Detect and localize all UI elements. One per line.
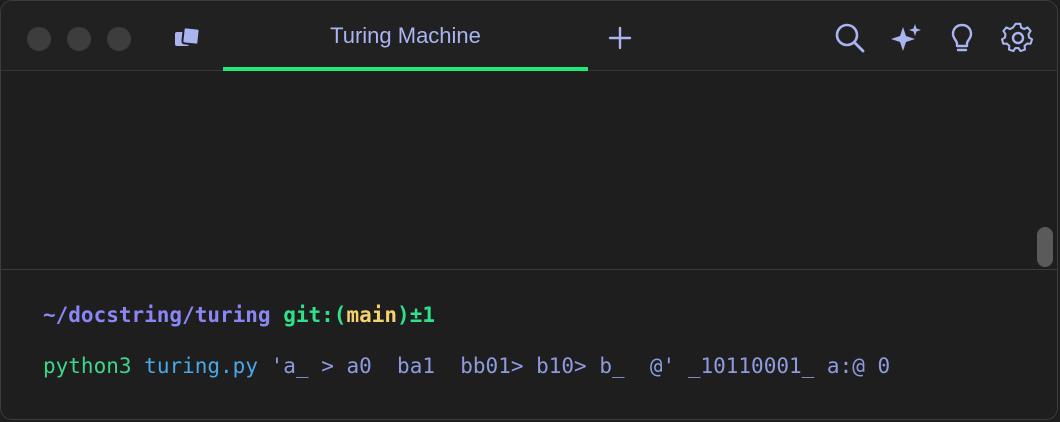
tabs-panel-icon[interactable] (173, 25, 203, 51)
git-branch: main (346, 303, 398, 327)
gear-icon[interactable] (1000, 21, 1035, 55)
block-divider (1, 269, 1057, 270)
command-file: turing.py (144, 354, 258, 378)
command-input[interactable]: python3 turing.py 'a_ > a0 ba1 bb01> b10… (43, 354, 890, 378)
tab-label: Turing Machine (330, 23, 481, 48)
git-dirty-count: ±1 (409, 303, 435, 327)
close-window-button[interactable] (27, 27, 51, 51)
prompt-path: ~/docstring/turing (43, 303, 271, 327)
tab-turing-machine[interactable]: Turing Machine (223, 1, 588, 71)
search-icon[interactable] (833, 21, 867, 55)
scrollbar-thumb[interactable] (1037, 227, 1053, 267)
git-prefix: git:( (283, 303, 347, 327)
plus-icon (608, 26, 632, 50)
zoom-window-button[interactable] (107, 27, 131, 51)
minimize-window-button[interactable] (67, 27, 91, 51)
ai-sparkle-icon[interactable] (889, 21, 923, 55)
lightbulb-icon[interactable] (945, 21, 979, 55)
shell-prompt: ~/docstring/turing git:(main)±1 (43, 303, 435, 327)
command-args: 'a_ > a0 ba1 bb01> b10> b_ @' _10110001_… (270, 354, 891, 378)
git-suffix: ) (397, 303, 410, 327)
title-bar: Turing Machine (1, 1, 1057, 71)
terminal-window: Turing Machine ~/docstring/turing git:(m… (0, 0, 1058, 420)
command-program: python3 (43, 354, 132, 378)
new-tab-button[interactable] (605, 23, 635, 53)
terminal-output-area[interactable]: ~/docstring/turing git:(main)±1 python3 … (1, 71, 1057, 419)
